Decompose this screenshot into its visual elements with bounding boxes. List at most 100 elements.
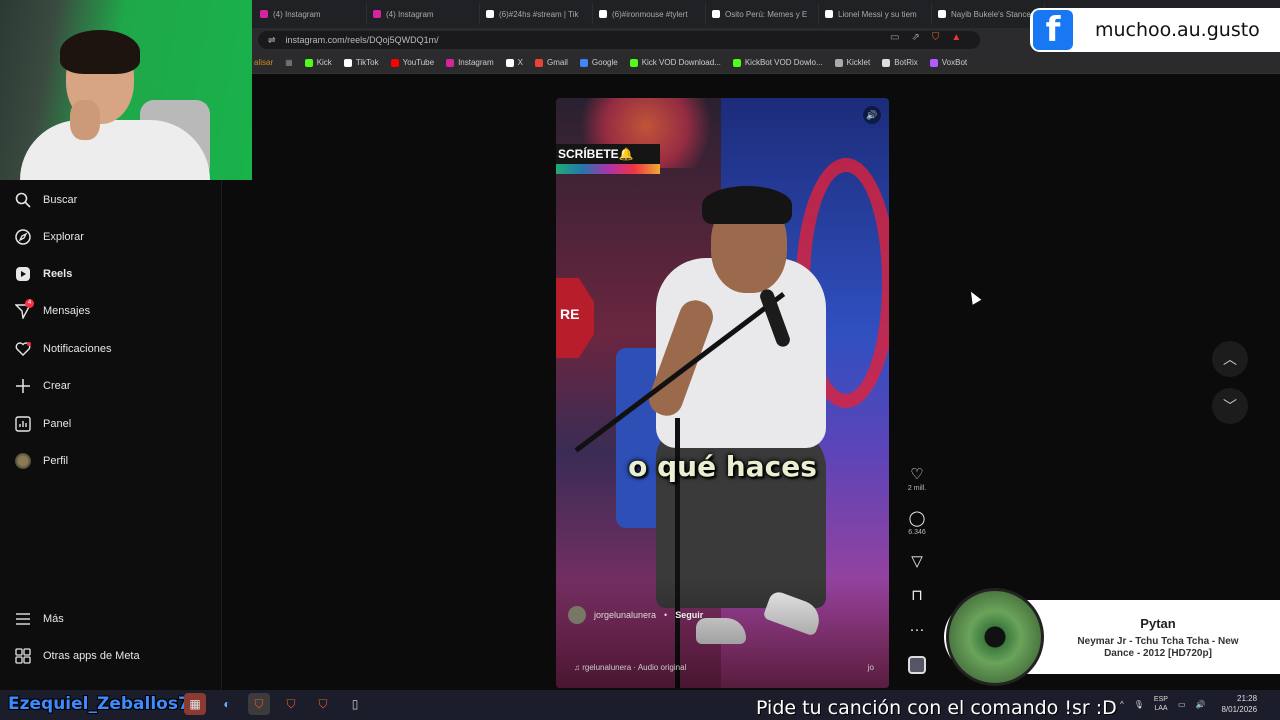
now-playing-song: Neymar Jr - Tchu Tcha Tcha - New Dance -… — [1077, 636, 1239, 659]
sidebar-item-mas[interactable]: Más — [14, 609, 64, 629]
browser-tab[interactable]: (4) Instagram — [367, 3, 480, 25]
lang-bottom: LAA — [1154, 705, 1168, 712]
sidebar-item-label: Mensajes — [43, 305, 91, 317]
tray-chevron-icon[interactable]: ^ — [1120, 700, 1124, 709]
brave-icon-2[interactable]: ⛉ — [280, 693, 302, 715]
reel-audio-row[interactable]: ♫ rgelunalunera · Audio original jo — [574, 663, 874, 672]
file-icon[interactable]: ▯ — [344, 693, 366, 715]
bookmark-label: Kicklet — [846, 58, 871, 67]
comment-button[interactable]: ◯ 6.346 — [900, 510, 934, 536]
browser-tab[interactable]: (4) Instagram — [254, 3, 367, 25]
address-bar[interactable]: ⇌ instagram.com/reels/DQoj5QWDQ1m/ — [258, 31, 980, 49]
share-icon[interactable]: ⇗ — [911, 32, 919, 43]
browser-tab[interactable]: Osito Perú: Memes y E — [706, 3, 819, 25]
song-request-text: Pide tu canción con el comando !sr :D — [756, 697, 1117, 719]
bookmark-item[interactable]: Kick VOD Download... — [629, 58, 721, 67]
author-name[interactable]: jorgelunalunera — [594, 610, 656, 620]
site-settings-icon[interactable]: ⇌ — [268, 35, 276, 46]
apps-grid-icon[interactable]: ▦ — [285, 58, 293, 67]
sidebar-item-perfil[interactable]: Perfil — [14, 451, 68, 471]
browser-tab[interactable]: (6)#ironmouse #tylert — [593, 3, 706, 25]
tab-label: Lionel Messi y su tiem — [838, 9, 917, 19]
subscribe-banner: SCRÍBETE🔔 — [556, 144, 660, 164]
language-indicator[interactable]: ESP LAA — [1154, 695, 1168, 713]
like-button[interactable]: ♡ 2 mill. — [900, 466, 934, 492]
sidebar-item-notificaciones[interactable]: Notificaciones — [14, 339, 111, 359]
bookmark-item[interactable]: TikTok — [343, 58, 379, 67]
tab-favicon-icon — [712, 10, 720, 18]
previous-reel-button[interactable]: ︿ — [1212, 341, 1248, 377]
microphone-icon[interactable]: 🎙 — [1134, 700, 1144, 709]
sidebar-item-panel[interactable]: Panel — [14, 414, 71, 434]
bookmark-item[interactable]: Gmail — [535, 58, 568, 67]
bookmark-label: YouTube — [402, 58, 435, 67]
man-cap — [702, 186, 792, 224]
tab-label: Osito Perú: Memes y E — [725, 9, 808, 19]
brave-shield-icon[interactable]: ⛉ — [932, 32, 940, 43]
stream-frame: (4) Instagram (4) Instagram (6)#24hs #stre… — [0, 0, 1280, 720]
bookmark-favicon-icon — [505, 58, 514, 67]
speaker-icon[interactable]: 🔊 — [1196, 700, 1206, 709]
author-avatar[interactable] — [568, 606, 586, 624]
monitor-icon[interactable]: ▭ — [1178, 700, 1186, 709]
audio-label: rgelunalunera · Audio original — [582, 663, 687, 672]
sidebar-item-reels[interactable]: Reels — [14, 264, 72, 284]
bookmark-label: Google — [591, 58, 618, 67]
audio-thumbnail[interactable] — [900, 656, 934, 679]
browser-tab[interactable]: Nayib Bukele's Stance — [932, 3, 1045, 25]
send-icon: ▽ — [911, 553, 923, 570]
sidebar-item-explorar[interactable]: Explorar — [14, 227, 84, 247]
dashboard-icon — [14, 416, 31, 433]
brave-icon[interactable]: ⛉ — [248, 693, 270, 715]
system-tray: ^ 🎙 ESP LAA ▭ 🔊 21:28 8/01/2026 — [1120, 693, 1257, 715]
reel-video[interactable]: RE SCRÍBETE🔔 o qué haces 🔊 jorgelunalune… — [556, 98, 889, 688]
webcam-hair — [60, 30, 140, 74]
bookmark-item[interactable]: Google — [579, 58, 618, 67]
follow-button[interactable]: Seguir — [675, 610, 703, 620]
sidebar-item-label: Otras apps de Meta — [43, 650, 140, 662]
webcam-body — [20, 120, 210, 180]
bookmark-label: Instagram — [458, 58, 494, 67]
volume-icon[interactable]: 🔊 — [863, 106, 881, 124]
steam-icon[interactable]: ◐ — [216, 693, 238, 715]
menu-icon — [14, 611, 31, 628]
facebook-logo-icon: f — [1033, 10, 1073, 50]
sidebar-item-buscar[interactable]: Buscar — [14, 190, 77, 210]
bookmark-item[interactable]: BotRix — [882, 58, 918, 67]
share-button[interactable]: ▽ — [900, 553, 934, 571]
brave-icon-3[interactable]: ⛉ — [312, 693, 334, 715]
next-reel-button[interactable]: ﹀ — [1212, 388, 1248, 424]
bookmark-item[interactable]: KickBot VOD Dowlo... — [732, 58, 823, 67]
bookmark-item[interactable]: YouTube — [390, 58, 435, 67]
browser-tab[interactable]: (6)#24hs #stream | Tik — [480, 3, 593, 25]
game-app-icon[interactable]: ▦ — [184, 693, 206, 715]
like-count: 2 mill. — [907, 485, 927, 492]
cast-icon[interactable]: ▭ — [890, 32, 899, 43]
bookmark-icon: ⊓ — [911, 587, 923, 604]
messages-icon: 4 — [14, 298, 34, 320]
stop-sign-text: RE — [560, 306, 580, 322]
bookmark-item[interactable]: X — [505, 58, 523, 67]
facebook-letter: f — [1045, 10, 1061, 50]
plus-icon — [14, 378, 31, 395]
bookmark-item[interactable]: VoxBot — [929, 58, 967, 67]
more-options-button[interactable]: ··· — [900, 621, 934, 639]
tab-favicon-icon — [938, 10, 946, 18]
sidebar-item-mensajes[interactable]: 4 Mensajes — [14, 298, 91, 321]
separator-dot: • — [664, 610, 668, 620]
audio-tail: jo — [867, 663, 874, 672]
comment-icon: ◯ — [908, 510, 926, 527]
now-playing-requester: Pytan — [1140, 616, 1176, 631]
brave-rewards-icon[interactable]: ▲ — [951, 32, 961, 43]
bookmark-item[interactable]: Kicklet — [834, 58, 871, 67]
bookmark-partial[interactable]: alisar — [254, 58, 273, 67]
bookmark-label: Kick — [316, 58, 332, 67]
sidebar-item-crear[interactable]: Crear — [14, 376, 71, 396]
bookmark-item[interactable]: Instagram — [446, 58, 494, 67]
browser-tab[interactable]: Lionel Messi y su tiem — [819, 3, 932, 25]
save-button[interactable]: ⊓ — [900, 587, 934, 605]
sidebar-item-meta-apps[interactable]: Otras apps de Meta — [14, 646, 140, 666]
bookmark-item[interactable]: Kick — [304, 58, 332, 67]
bookmark-label: TikTok — [355, 58, 379, 67]
clock[interactable]: 21:28 8/01/2026 — [1221, 693, 1257, 715]
